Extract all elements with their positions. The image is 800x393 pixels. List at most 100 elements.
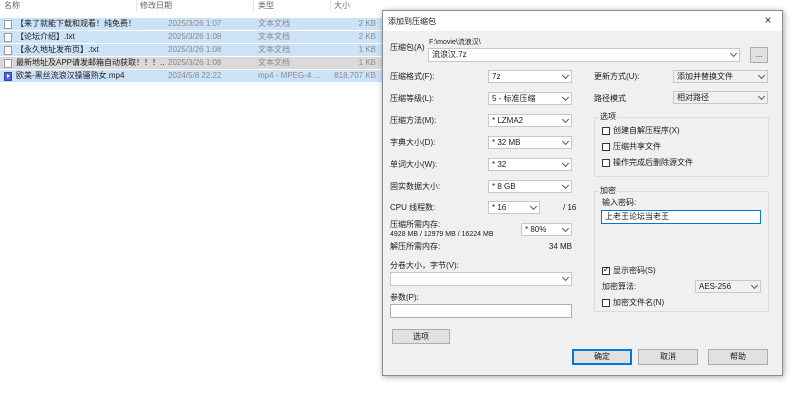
path-mode-select[interactable]: 相对路径	[673, 91, 768, 104]
params-label: 参数(P):	[390, 293, 419, 302]
format-select[interactable]: 7z	[488, 70, 572, 83]
chevron-down-icon	[561, 181, 570, 190]
pathmode-label: 路径模式	[594, 94, 626, 103]
word-label: 单词大小(W):	[390, 160, 438, 169]
chevron-down-icon	[561, 137, 570, 146]
file-size: 1 KB	[358, 58, 376, 67]
encryption-method-select[interactable]: AES-256	[695, 280, 761, 293]
browse-button[interactable]: ...	[750, 47, 768, 63]
chevron-down-icon	[561, 224, 570, 233]
help-button[interactable]: 帮助	[708, 349, 768, 365]
mem-comp-detail: 4928 MB / 12979 MB / 16224 MB	[390, 231, 494, 238]
file-name: 【来了就能下载和观看！纯免费！】.txt	[16, 19, 136, 28]
cancel-button[interactable]: 取消	[638, 349, 698, 365]
file-size: 2 KB	[358, 19, 376, 28]
archive-path: F:\movie\流浪汉\	[429, 39, 481, 46]
options-group-title: 选项	[599, 112, 617, 121]
ok-button[interactable]: 确定	[572, 349, 632, 365]
archive-label: 压缩包(A)	[390, 43, 425, 52]
file-size: 1 KB	[358, 45, 376, 54]
column-divider[interactable]	[136, 0, 137, 12]
show-password-label[interactable]: 显示密码(S)	[613, 266, 656, 276]
file-row[interactable]: 【来了就能下载和观看！纯免费！】.txt 2025/3/26 1:07 文本文档…	[0, 18, 382, 30]
encryption-method-label: 加密算法:	[602, 282, 637, 291]
mem-percent-select[interactable]: * 80%	[521, 223, 572, 236]
mem-decomp-label: 解压所需内存:	[390, 242, 441, 251]
dialog-titlebar[interactable]: 添加到压缩包 ×	[383, 11, 782, 31]
archive-name-combo[interactable]: 流浪汉.7z	[428, 48, 740, 62]
dict-value: * 32 MB	[492, 138, 521, 147]
file-size: 818,707 KB	[334, 71, 376, 80]
level-label: 压缩等级(L):	[390, 94, 434, 103]
file-date: 2025/3/26 1:08	[168, 32, 222, 41]
chevron-down-icon	[561, 115, 570, 124]
method-label: 压缩方法(M):	[390, 116, 437, 125]
file-row[interactable]: 【论坛介绍】.txt 2025/3/26 1:08 文本文档 2 KB	[0, 31, 382, 43]
solid-value: * 8 GB	[492, 182, 516, 191]
update-mode-value: 添加并替换文件	[677, 72, 733, 81]
file-name: 欧美-黑丝流浪汉操骚熟女.mp4	[16, 71, 125, 80]
method-select[interactable]: * LZMA2	[488, 114, 572, 127]
chevron-down-icon	[561, 71, 570, 80]
update-mode-select[interactable]: 添加并替换文件	[673, 70, 768, 83]
text-file-icon	[4, 33, 12, 42]
volume-label: 分卷大小，字节(V):	[390, 261, 459, 270]
file-date: 2025/3/26 1:07	[168, 19, 222, 28]
word-select[interactable]: * 32	[488, 158, 572, 171]
sfx-checkbox[interactable]	[602, 127, 610, 135]
column-header-modified[interactable]: 修改日期	[140, 0, 172, 13]
delete-after-label[interactable]: 操作完成后删除源文件	[613, 158, 693, 168]
threads-select[interactable]: * 16	[488, 201, 540, 214]
encrypt-filenames-label[interactable]: 加密文件名(N)	[613, 298, 664, 308]
file-name: 【永久地址发布页】.txt	[16, 45, 99, 54]
mem-percent-value: * 80%	[525, 225, 547, 234]
column-header-size[interactable]: 大小	[334, 0, 350, 13]
encrypt-filenames-checkbox[interactable]	[602, 299, 610, 307]
column-header-type[interactable]: 类型	[258, 0, 274, 13]
threads-total: / 16	[563, 203, 577, 212]
password-label: 输入密码:	[602, 198, 637, 207]
file-type: 文本文档	[258, 19, 290, 28]
word-value: * 32	[492, 160, 507, 169]
delete-after-checkbox[interactable]	[602, 159, 610, 167]
chevron-down-icon	[561, 93, 570, 102]
update-label: 更新方式(U):	[594, 72, 640, 81]
solid-label: 固实数据大小:	[390, 182, 441, 191]
close-icon[interactable]: ×	[761, 14, 775, 28]
file-row[interactable]: 欧美-黑丝流浪汉操骚熟女.mp4 2024/5/8 22:22 mp4 - MP…	[0, 70, 382, 82]
file-explorer: 名称 修改日期 类型 大小 【来了就能下载和观看！纯免费！】.txt 2025/…	[0, 0, 382, 393]
file-date: 2025/3/26 1:08	[168, 58, 222, 67]
file-type: 文本文档	[258, 58, 290, 67]
file-name: 最新地址及APP请发邮箱自动获取！！！....	[16, 58, 164, 67]
file-type: 文本文档	[258, 45, 290, 54]
file-row[interactable]: 最新地址及APP请发邮箱自动获取！！！.... 2025/3/26 1:08 文…	[0, 57, 382, 69]
solid-select[interactable]: * 8 GB	[488, 180, 572, 193]
volume-size-combo[interactable]	[390, 272, 572, 286]
encryption-method-value: AES-256	[699, 282, 732, 291]
column-header-name[interactable]: 名称	[4, 0, 20, 13]
mem-decomp-value: 34 MB	[548, 242, 572, 251]
options-button[interactable]: 选项	[392, 329, 450, 344]
show-password-checkbox[interactable]	[602, 265, 610, 275]
column-divider[interactable]	[253, 0, 254, 12]
shared-files-label[interactable]: 压缩共享文件	[613, 142, 661, 152]
level-select[interactable]: 5 - 标准压缩	[488, 92, 572, 105]
shared-files-checkbox[interactable]	[602, 143, 610, 151]
column-divider[interactable]	[330, 0, 331, 12]
text-file-icon	[4, 46, 12, 55]
chevron-down-icon	[729, 49, 738, 58]
file-date: 2025/3/26 1:08	[168, 45, 222, 54]
file-row[interactable]: 【永久地址发布页】.txt 2025/3/26 1:08 文本文档 1 KB	[0, 44, 382, 56]
file-type: mp4 - MPEG-4 ...	[258, 71, 321, 80]
password-input[interactable]: 上老王论坛当老王	[601, 210, 761, 224]
archive-name-value: 流浪汉.7z	[432, 50, 467, 59]
params-input[interactable]	[390, 304, 572, 318]
dict-select[interactable]: * 32 MB	[488, 136, 572, 149]
chevron-down-icon	[757, 92, 766, 101]
threads-value: * 16	[492, 203, 507, 212]
chevron-down-icon	[529, 202, 538, 211]
path-mode-value: 相对路径	[677, 93, 709, 102]
video-file-icon	[4, 72, 12, 81]
text-file-icon	[4, 59, 12, 68]
sfx-label[interactable]: 创建自解压程序(X)	[613, 126, 680, 136]
